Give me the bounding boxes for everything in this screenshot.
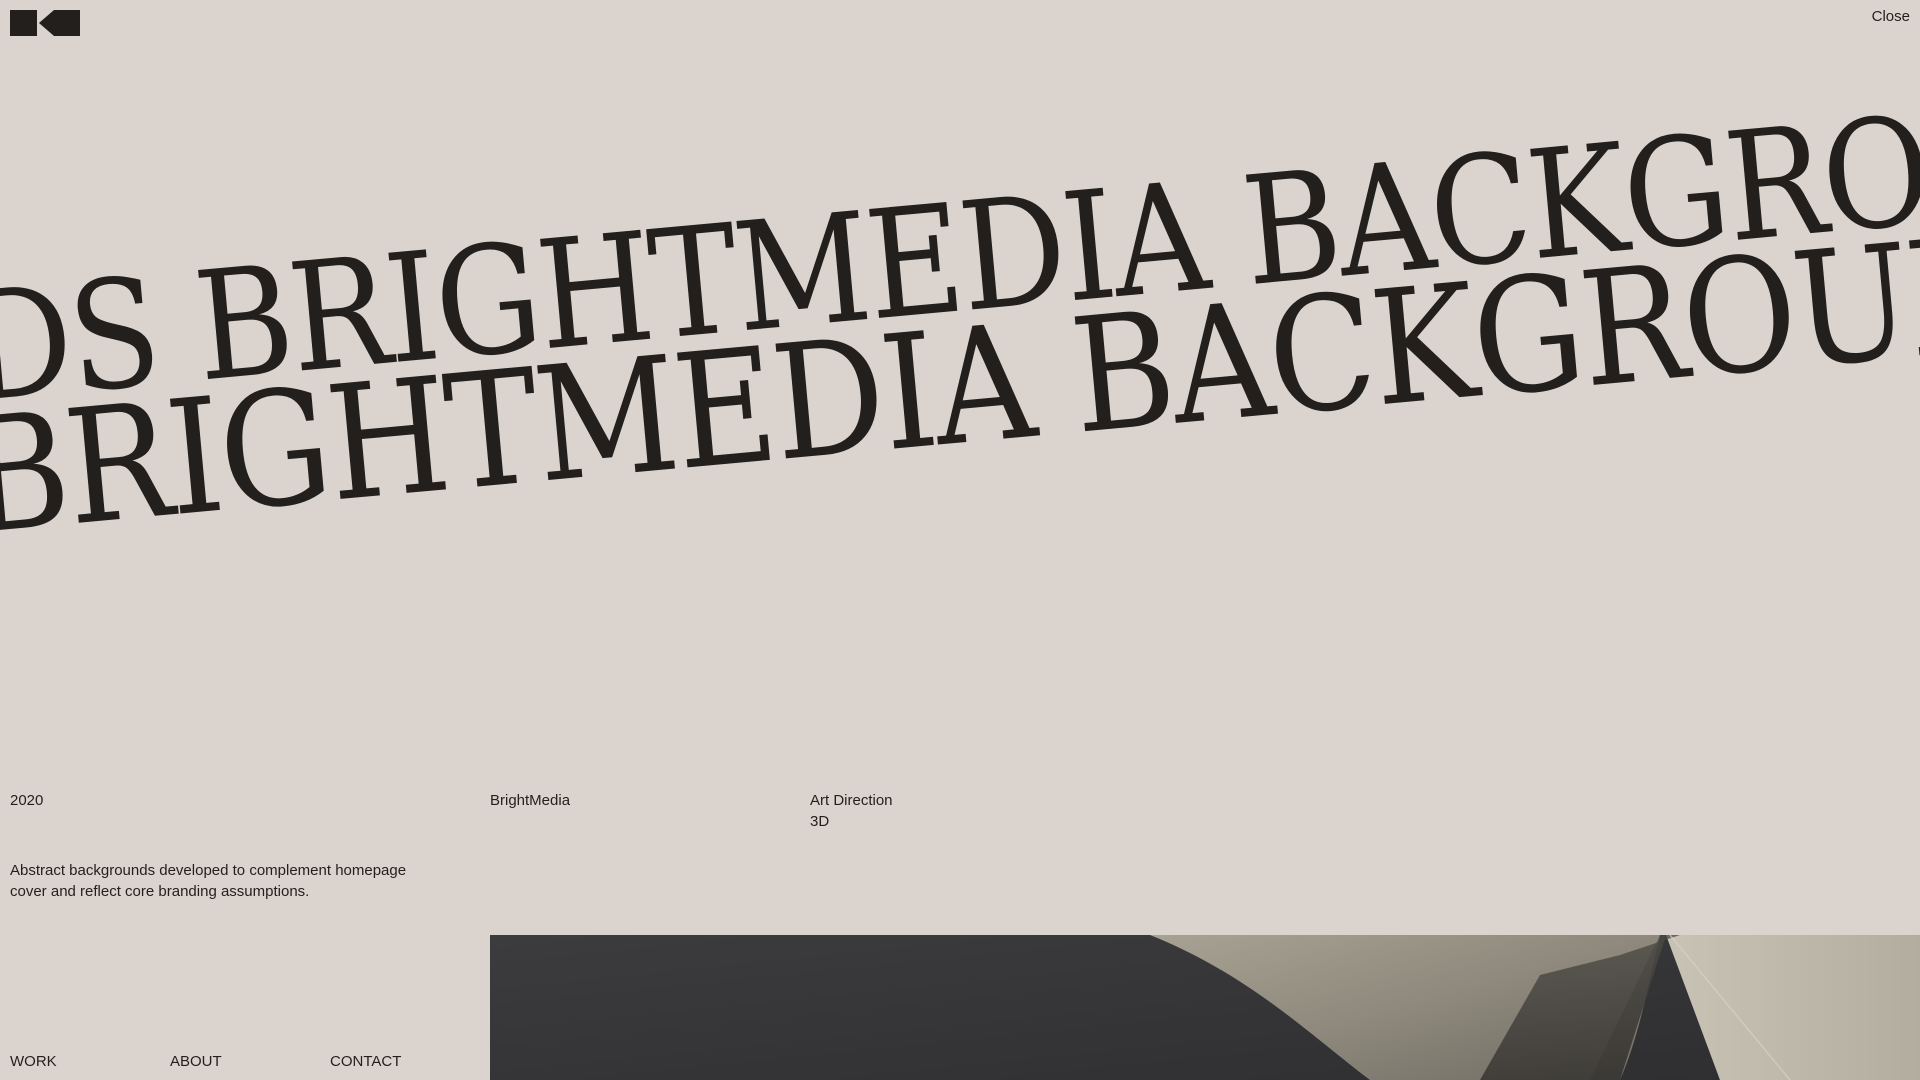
project-services: Art Direction 3D bbox=[810, 790, 893, 832]
service-item: Art Direction bbox=[810, 792, 893, 809]
project-year: 2020 bbox=[10, 792, 44, 809]
service-item: 3D bbox=[810, 813, 830, 830]
brand-logo-icon bbox=[10, 10, 80, 36]
nav-contact[interactable]: CONTACT bbox=[330, 1053, 401, 1070]
brand-logo[interactable] bbox=[10, 10, 80, 36]
close-button[interactable]: Close bbox=[1872, 8, 1910, 25]
project-description: Abstract backgrounds developed to comple… bbox=[10, 862, 407, 900]
nav-about[interactable]: ABOUT bbox=[170, 1053, 222, 1070]
project-hero-image bbox=[490, 935, 1920, 1080]
project-client: BrightMedia bbox=[490, 792, 571, 809]
nav-work[interactable]: WORK bbox=[10, 1053, 57, 1070]
abstract-background-render bbox=[490, 935, 1920, 1080]
